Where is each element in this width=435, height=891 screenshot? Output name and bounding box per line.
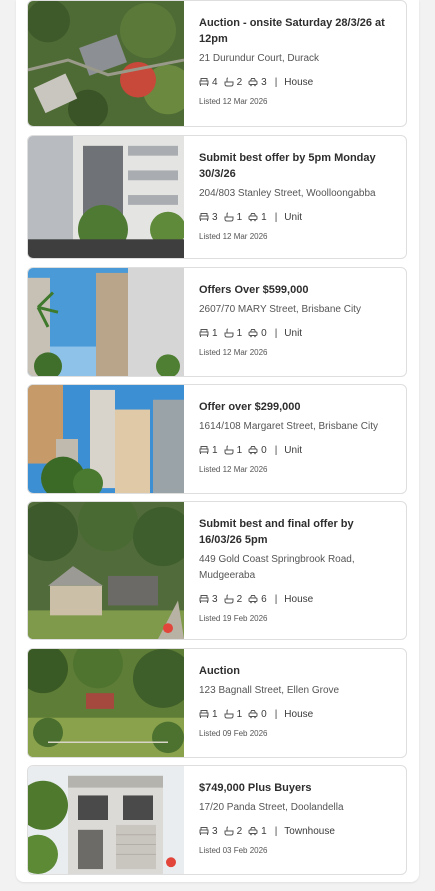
bed-icon xyxy=(199,213,209,221)
listing-card[interactable]: Offer over $299,000 1614/108 Margaret St… xyxy=(27,384,407,494)
listed-date: Listed 12 Mar 2026 xyxy=(199,348,268,357)
bath-icon xyxy=(224,328,234,338)
parking-count: 6 xyxy=(261,593,267,605)
bed-icon xyxy=(199,78,209,86)
listing-address: 2607/70 MARY Street, Brisbane City xyxy=(199,304,361,315)
parking-count: 0 xyxy=(261,444,267,456)
car-icon xyxy=(248,213,258,222)
property-type: House xyxy=(284,76,314,88)
bath-count: 1 xyxy=(236,327,243,339)
property-type: House xyxy=(284,708,314,720)
listing-photo[interactable] xyxy=(28,1,184,126)
listing-card[interactable]: Offers Over $599,000 2607/70 MARY Street… xyxy=(27,267,407,377)
listing-address: 449 Gold Coast Springbrook Road, Mudgeer… xyxy=(199,554,355,581)
listing-photo[interactable] xyxy=(28,766,184,874)
bath-icon xyxy=(224,594,234,604)
feature-separator: | xyxy=(274,211,278,223)
bath-icon xyxy=(224,212,234,222)
feature-separator: | xyxy=(274,593,278,605)
car-icon xyxy=(248,446,258,455)
listing-headline[interactable]: Auction xyxy=(199,663,398,679)
listing-photo[interactable] xyxy=(28,136,184,258)
listed-date: Listed 12 Mar 2026 xyxy=(199,97,268,106)
listing-card[interactable]: Auction - onsite Saturday 28/3/26 at 12p… xyxy=(27,0,407,127)
listing-headline[interactable]: Submit best and final offer by 16/03/26 … xyxy=(199,516,398,548)
parking-count: 1 xyxy=(261,825,267,837)
property-type: Unit xyxy=(284,327,303,339)
feature-row: 1 1 0 | House xyxy=(199,707,398,721)
car-icon xyxy=(248,78,258,87)
listing-address: 123 Bagnall Street, Ellen Grove xyxy=(199,685,340,696)
property-type: House xyxy=(284,593,314,605)
listing-card[interactable]: $749,000 Plus Buyers 17/20 Panda Street,… xyxy=(27,765,407,875)
bath-icon xyxy=(224,826,234,836)
car-icon xyxy=(248,827,258,836)
listing-headline[interactable]: Auction - onsite Saturday 28/3/26 at 12p… xyxy=(199,15,398,47)
bed-count: 3 xyxy=(212,593,218,605)
bed-count: 1 xyxy=(212,327,218,339)
feature-separator: | xyxy=(274,444,278,456)
feature-separator: | xyxy=(274,708,278,720)
feature-row: 3 2 6 | House xyxy=(199,592,398,606)
bed-count: 3 xyxy=(212,211,218,223)
car-icon xyxy=(248,595,258,604)
feature-row: 1 1 0 | Unit xyxy=(199,443,398,457)
feature-separator: | xyxy=(274,327,278,339)
bed-count: 1 xyxy=(212,444,218,456)
listing-headline[interactable]: Offers Over $599,000 xyxy=(199,282,398,298)
car-icon xyxy=(248,329,258,338)
listing-address: 21 Durundur Court, Durack xyxy=(199,53,320,64)
bath-count: 2 xyxy=(236,593,243,605)
listed-date: Listed 03 Feb 2026 xyxy=(199,846,268,855)
bed-icon xyxy=(199,710,209,718)
listing-photo[interactable] xyxy=(28,649,184,757)
listed-date: Listed 09 Feb 2026 xyxy=(199,729,268,738)
bath-icon xyxy=(224,445,234,455)
listing-photo[interactable] xyxy=(28,268,184,376)
feature-row: 4 2 3 | House xyxy=(199,75,398,89)
feature-row: 3 2 1 | Townhouse xyxy=(199,824,398,838)
bed-icon xyxy=(199,329,209,337)
parking-count: 3 xyxy=(261,76,267,88)
listing-headline[interactable]: $749,000 Plus Buyers xyxy=(199,780,398,796)
bath-count: 2 xyxy=(236,76,243,88)
bath-icon xyxy=(224,77,234,87)
bed-count: 3 xyxy=(212,825,218,837)
listed-date: Listed 19 Feb 2026 xyxy=(199,614,268,623)
bath-count: 1 xyxy=(236,211,243,223)
bed-icon xyxy=(199,595,209,603)
listing-address: 1614/108 Margaret Street, Brisbane City xyxy=(199,421,378,432)
listing-headline[interactable]: Offer over $299,000 xyxy=(199,399,398,415)
parking-count: 0 xyxy=(261,708,267,720)
bed-count: 1 xyxy=(212,708,218,720)
listing-address: 204/803 Stanley Street, Woolloongabba xyxy=(199,188,376,199)
listed-date: Listed 12 Mar 2026 xyxy=(199,232,268,241)
feature-separator: | xyxy=(274,76,278,88)
bath-count: 2 xyxy=(236,825,243,837)
car-icon xyxy=(248,710,258,719)
parking-count: 0 xyxy=(261,327,267,339)
listing-photo[interactable] xyxy=(28,502,184,639)
bath-count: 1 xyxy=(236,708,243,720)
feature-row: 3 1 1 | Unit xyxy=(199,210,398,224)
listing-address: 17/20 Panda Street, Doolandella xyxy=(199,802,344,813)
bed-icon xyxy=(199,446,209,454)
property-type: Unit xyxy=(284,444,303,456)
property-type: Unit xyxy=(284,211,303,223)
property-type: Townhouse xyxy=(284,825,335,837)
listing-card[interactable]: Submit best and final offer by 16/03/26 … xyxy=(27,501,407,640)
parking-count: 1 xyxy=(261,211,267,223)
feature-separator: | xyxy=(274,825,278,837)
bath-count: 1 xyxy=(236,444,243,456)
listing-photo[interactable] xyxy=(28,385,184,493)
listing-card[interactable]: Submit best offer by 5pm Monday 30/3/26 … xyxy=(27,135,407,259)
bath-icon xyxy=(224,709,234,719)
listing-headline[interactable]: Submit best offer by 5pm Monday 30/3/26 xyxy=(199,150,398,182)
bed-icon xyxy=(199,827,209,835)
listed-date: Listed 12 Mar 2026 xyxy=(199,465,268,474)
listing-card[interactable]: Auction 123 Bagnall Street, Ellen Grove … xyxy=(27,648,407,758)
feature-row: 1 1 0 | Unit xyxy=(199,326,398,340)
bed-count: 4 xyxy=(212,76,218,88)
